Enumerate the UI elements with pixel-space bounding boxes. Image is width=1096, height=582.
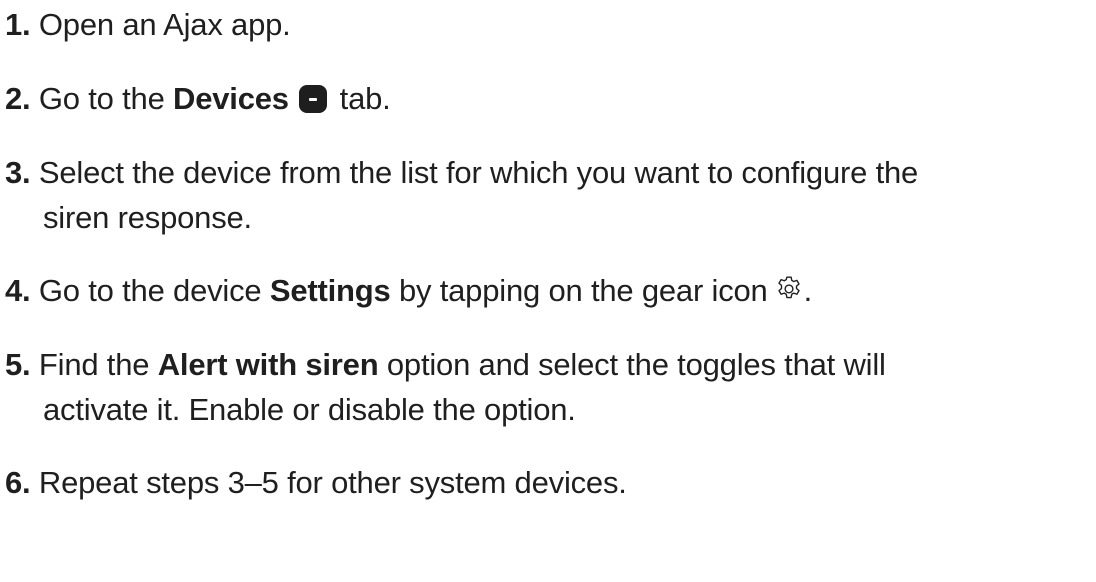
step-number: 6. <box>5 465 31 500</box>
step-number: 1. <box>5 7 31 42</box>
step-text-middle: by tapping on the gear icon <box>390 273 768 308</box>
step-2: 2. Go to the Devices tab. <box>5 76 1090 121</box>
step-5: 5. Find the Alert with siren option and … <box>5 342 1090 432</box>
step-number: 3. <box>5 155 31 190</box>
step-4: 4. Go to the device Settings by tapping … <box>5 268 1090 313</box>
step-text-end: tab. <box>331 81 391 116</box>
step-text: Go to the device <box>38 273 270 308</box>
step-6: 6. Repeat steps 3–5 for other system dev… <box>5 460 1090 505</box>
step-text-continued: siren response. <box>43 200 252 235</box>
step-text: Select the device from the list for whic… <box>38 155 919 190</box>
devices-tab-icon <box>299 85 328 113</box>
step-number: 5. <box>5 347 31 382</box>
step-number: 4. <box>5 273 31 308</box>
step-text: Open an Ajax app. <box>38 7 291 42</box>
gear-icon <box>777 276 800 299</box>
settings-label: Settings <box>269 273 391 308</box>
step-1: 1. Open an Ajax app. <box>5 2 1090 47</box>
step-3: 3. Select the device from the list for w… <box>5 150 1090 240</box>
step-text-continued: activate it. Enable or disable the optio… <box>43 392 576 427</box>
devices-tab-label: Devices <box>173 81 289 116</box>
alert-with-siren-label: Alert with siren <box>157 347 379 382</box>
step-number: 2. <box>5 81 31 116</box>
step-text-end: . <box>803 273 813 308</box>
step-text: Go to the <box>38 81 174 116</box>
step-text-middle: option and select the toggles that will <box>378 347 886 382</box>
step-text: Repeat steps 3–5 for other system device… <box>38 465 627 500</box>
step-text: Find the <box>38 347 158 382</box>
